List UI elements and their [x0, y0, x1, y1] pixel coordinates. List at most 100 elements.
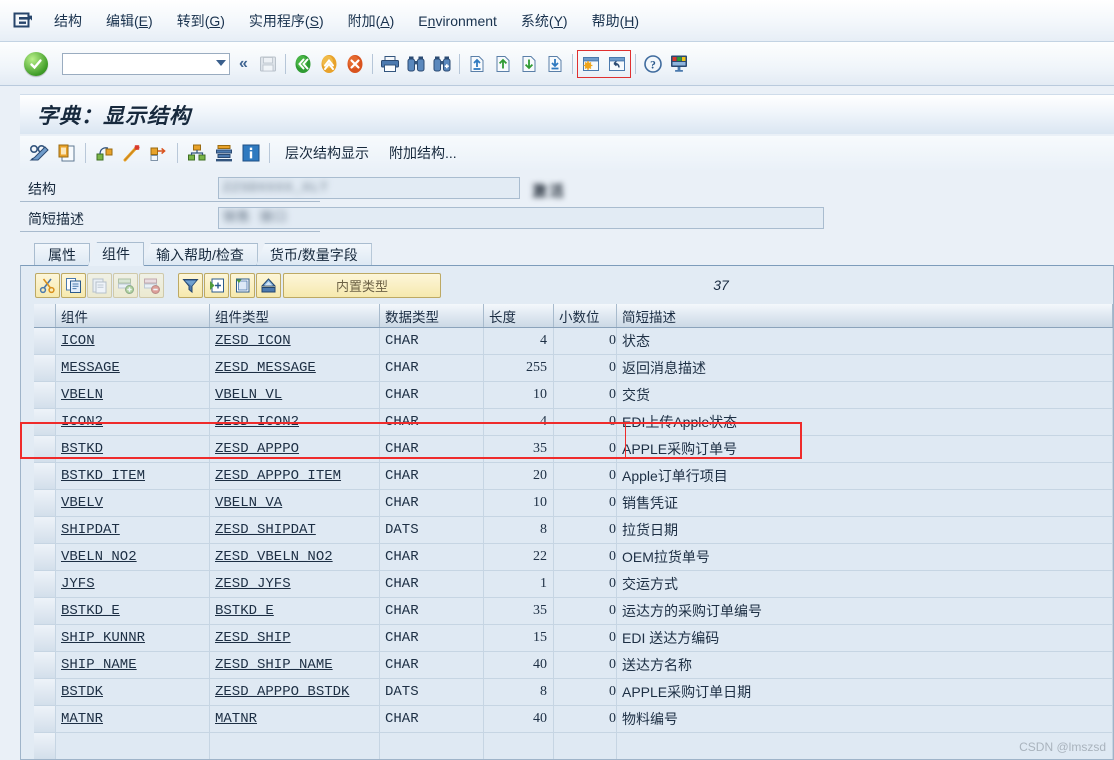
layout-menu-button[interactable] [666, 51, 692, 77]
find-button[interactable] [403, 51, 429, 77]
insert-row-button[interactable] [113, 272, 138, 298]
row-selector[interactable] [34, 733, 56, 759]
component-type-link[interactable]: MATNR [215, 711, 257, 727]
cell-component[interactable]: BSTKD_ITEM [56, 463, 210, 489]
previous-page-button[interactable] [490, 51, 516, 77]
component-link[interactable]: ICON2 [61, 414, 103, 430]
component-link[interactable]: MESSAGE [61, 360, 120, 376]
cell-component-type[interactable]: ZESD_SHIP_NAME [210, 652, 380, 678]
create-shortcut-button[interactable] [604, 51, 630, 77]
column-decimals[interactable]: 小数位 [554, 304, 617, 327]
generate-button[interactable] [118, 140, 145, 167]
find-next-button[interactable] [429, 51, 455, 77]
component-type-link[interactable]: ZESD_VBELN_NO2 [215, 549, 333, 565]
command-field[interactable] [62, 52, 230, 75]
row-selector[interactable] [34, 328, 56, 354]
cell-component[interactable]: VBELN [56, 382, 210, 408]
component-link[interactable]: MATNR [61, 711, 103, 727]
menu-item-utilities[interactable]: 实用程序(S) [237, 9, 336, 33]
row-selector[interactable] [34, 436, 56, 462]
component-type-link[interactable]: VBELN_VL [215, 387, 282, 403]
cell-component[interactable]: BSTKD [56, 436, 210, 462]
cell-component[interactable]: SHIPDAT [56, 517, 210, 543]
cell-component-type[interactable]: ZESD_SHIPDAT [210, 517, 380, 543]
table-row[interactable]: VBELN VBELN_VL CHAR 10 0 交货 [34, 382, 1113, 409]
row-selector[interactable] [34, 652, 56, 678]
row-selector[interactable] [34, 517, 56, 543]
next-page-button[interactable] [516, 51, 542, 77]
check-button[interactable] [53, 140, 80, 167]
component-type-link[interactable]: ZESD_MESSAGE [215, 360, 316, 376]
sap-system-menu-icon[interactable] [4, 6, 42, 36]
cell-component[interactable]: SHIP_KUNNR [56, 625, 210, 651]
table-row[interactable]: MATNR MATNR CHAR 40 0 物料编号 [34, 706, 1113, 733]
cell-component[interactable]: BSTKD_E [56, 598, 210, 624]
column-component[interactable]: 组件 [56, 304, 210, 327]
cell-component[interactable]: ICON [56, 328, 210, 354]
row-selector[interactable] [34, 706, 56, 732]
table-row[interactable]: SHIP_NAME ZESD_SHIP_NAME CHAR 40 0 送达方名称 [34, 652, 1113, 679]
component-type-link[interactable]: ZESD_SHIP_NAME [215, 657, 333, 673]
back-button[interactable] [290, 51, 316, 77]
table-row[interactable]: ICON ZESD_ICON CHAR 4 0 状态 [34, 328, 1113, 355]
table-row[interactable]: ICON2 ZESD_ICON2 CHAR 4 0 EDI上传Apple状态 [34, 409, 1113, 436]
menu-item-structure[interactable]: 结构 [42, 9, 94, 33]
component-type-link[interactable]: ZESD_SHIPDAT [215, 522, 316, 538]
row-selector[interactable] [34, 679, 56, 705]
select-all-cell[interactable] [34, 304, 56, 327]
tab-currency-quantity[interactable]: 货币/数量字段 [255, 243, 372, 266]
cell-component[interactable]: BSTDK [56, 679, 210, 705]
table-row[interactable]: VBELV VBELN_VA CHAR 10 0 销售凭证 [34, 490, 1113, 517]
component-type-link[interactable]: ZESD_ICON [215, 333, 291, 349]
short-description-field[interactable]: 销售 接口 [218, 207, 824, 229]
menu-item-system[interactable]: 系统(Y) [509, 9, 580, 33]
column-length[interactable]: 长度 [484, 304, 554, 327]
menu-item-edit[interactable]: 编辑(E) [94, 9, 165, 33]
row-selector[interactable] [34, 598, 56, 624]
filter-button[interactable] [178, 272, 203, 298]
table-row[interactable]: BSTKD_ITEM ZESD_APPPO_ITEM CHAR 20 0 App… [34, 463, 1113, 490]
component-type-link[interactable]: ZESD_APPPO [215, 441, 299, 457]
collapse-toolbar-icon[interactable]: « [239, 55, 248, 73]
component-type-link[interactable]: ZESD_APPPO_BSTDK [215, 684, 349, 700]
cell-component-type[interactable]: ZESD_JYFS [210, 571, 380, 597]
menu-item-help[interactable]: 帮助(H) [580, 9, 651, 33]
column-data-type[interactable]: 数据类型 [380, 304, 484, 327]
create-session-button[interactable] [578, 51, 604, 77]
cell-component-type[interactable]: ZESD_SHIP [210, 625, 380, 651]
hierarchy-button[interactable] [183, 140, 210, 167]
activate-button[interactable] [91, 140, 118, 167]
paste-button[interactable] [87, 272, 112, 298]
tab-entry-help[interactable]: 输入帮助/检查 [142, 243, 258, 266]
exit-button[interactable] [316, 51, 342, 77]
predefined-type-button[interactable] [230, 272, 255, 298]
table-row[interactable]: JYFS ZESD_JYFS CHAR 1 0 交运方式 [34, 571, 1113, 598]
command-history-arrow-icon[interactable] [216, 59, 226, 66]
cancel-button[interactable] [342, 51, 368, 77]
cell-component-type[interactable]: ZESD_VBELN_NO2 [210, 544, 380, 570]
enter-button[interactable] [24, 51, 48, 76]
command-input[interactable] [66, 54, 206, 73]
row-selector[interactable] [34, 571, 56, 597]
component-link[interactable]: ICON [61, 333, 95, 349]
cell-component-type[interactable]: MATNR [210, 706, 380, 732]
cell-component[interactable] [56, 733, 210, 759]
table-row[interactable]: SHIPDAT ZESD_SHIPDAT DATS 8 0 拉货日期 [34, 517, 1113, 544]
component-link[interactable]: SHIP_KUNNR [61, 630, 145, 646]
info-button[interactable] [237, 140, 264, 167]
table-row[interactable]: VBELN_NO2 ZESD_VBELN_NO2 CHAR 22 0 OEM拉货… [34, 544, 1113, 571]
cell-component[interactable]: MESSAGE [56, 355, 210, 381]
cell-component-type[interactable]: ZESD_ICON2 [210, 409, 380, 435]
structure-name-field[interactable]: ZZSDXXXX_XLT [218, 177, 520, 199]
tab-components[interactable]: 组件 [88, 242, 144, 266]
component-type-link[interactable]: ZESD_ICON2 [215, 414, 299, 430]
component-link[interactable]: SHIP_NAME [61, 657, 137, 673]
table-row-partial[interactable] [34, 733, 1113, 759]
row-selector[interactable] [34, 490, 56, 516]
row-selector[interactable] [34, 382, 56, 408]
row-selector[interactable] [34, 463, 56, 489]
cell-component-type[interactable]: VBELN_VA [210, 490, 380, 516]
table-row[interactable]: BSTKD_E BSTKD_E CHAR 35 0 运达方的采购订单编号 [34, 598, 1113, 625]
hierarchy-display-button[interactable]: 层次结构显示 [275, 140, 379, 166]
cell-component-type[interactable]: ZESD_MESSAGE [210, 355, 380, 381]
